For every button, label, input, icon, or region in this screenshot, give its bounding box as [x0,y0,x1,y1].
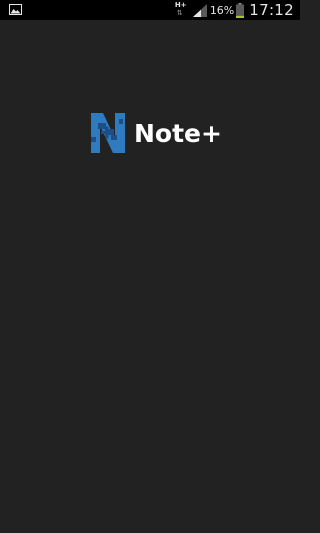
splash-screen: H+ ⇅ 16% 17:12 Note+ [0,0,300,533]
data-activity-icon: ⇅ [176,9,183,17]
image-notification-icon [9,4,22,15]
note-plus-logo-icon [91,113,125,153]
splash-logo: Note+ [91,113,222,153]
status-bar: H+ ⇅ 16% 17:12 [0,0,300,20]
clock: 17:12 [249,1,294,19]
network-type-label: H+ [174,1,187,9]
status-icons: H+ ⇅ 16% 17:12 [175,0,294,20]
network-type-indicator: H+ ⇅ [175,0,189,20]
battery-percent: 16% [209,3,235,17]
signal-bars-icon [192,3,207,17]
app-name: Note+ [134,118,222,148]
battery-icon [236,2,245,18]
